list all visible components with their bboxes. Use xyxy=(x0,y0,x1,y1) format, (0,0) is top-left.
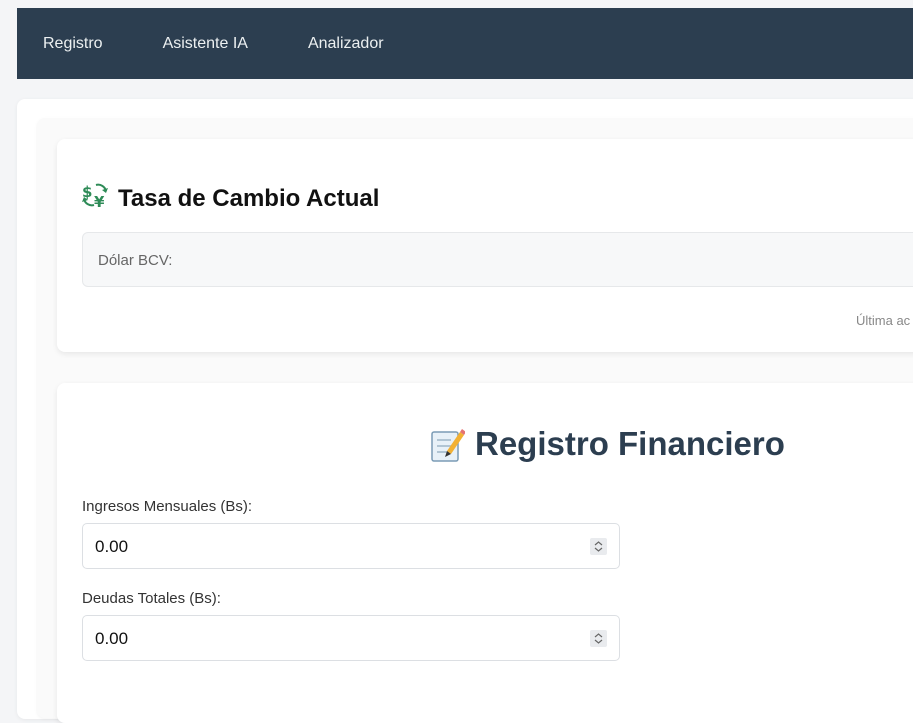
total-debts-stepper[interactable] xyxy=(590,630,607,647)
financial-register-title-text: Registro Financiero xyxy=(475,425,785,462)
monthly-income-stepper[interactable] xyxy=(590,538,607,555)
nav-item-asistente-ia[interactable]: Asistente IA xyxy=(163,35,248,53)
currency-exchange-icon: $ ¥ xyxy=(82,181,110,216)
exchange-rate-card: $ ¥ Tasa de Cambio Actual Dólar BCV: Últ… xyxy=(57,139,913,352)
memo-icon xyxy=(429,427,466,462)
monthly-income-input[interactable]: 0.00 xyxy=(82,523,620,569)
dolar-bcv-label: Dólar BCV: xyxy=(98,252,173,269)
nav-item-analizador[interactable]: Analizador xyxy=(308,35,384,53)
total-debts-input[interactable]: 0.00 xyxy=(82,615,620,661)
top-navbar: Registro Asistente IA Analizador xyxy=(17,8,913,79)
financial-register-title: Registro Financiero xyxy=(429,425,785,463)
total-debts-value: 0.00 xyxy=(95,629,129,648)
exchange-rate-title: $ ¥ Tasa de Cambio Actual xyxy=(82,181,379,216)
nav-item-registro[interactable]: Registro xyxy=(43,35,103,53)
dolar-rate-box: Dólar BCV: xyxy=(82,232,913,287)
svg-text:¥: ¥ xyxy=(94,193,105,209)
total-debts-label: Deudas Totales (Bs): xyxy=(82,590,221,607)
financial-register-card: Registro Financiero Ingresos Mensuales (… xyxy=(57,383,913,723)
exchange-rate-title-text: Tasa de Cambio Actual xyxy=(118,184,380,212)
last-updated-text: Última ac xyxy=(856,313,911,328)
monthly-income-value: 0.00 xyxy=(95,537,129,556)
monthly-income-label: Ingresos Mensuales (Bs): xyxy=(82,498,253,515)
